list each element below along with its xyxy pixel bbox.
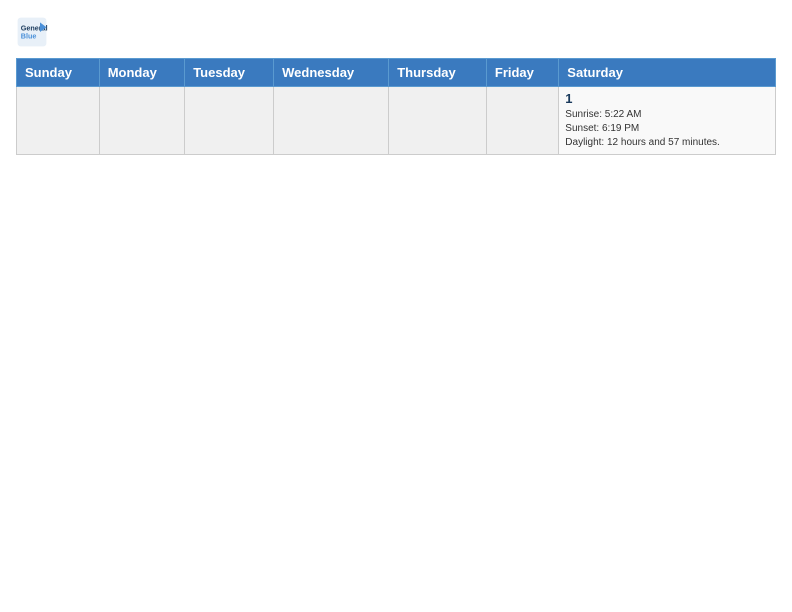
day-header-friday: Friday <box>486 59 558 87</box>
day-header-tuesday: Tuesday <box>185 59 274 87</box>
day-header-sunday: Sunday <box>17 59 100 87</box>
calendar-week: 1Sunrise: 5:22 AMSunset: 6:19 PMDaylight… <box>17 87 776 155</box>
calendar-cell: 1Sunrise: 5:22 AMSunset: 6:19 PMDaylight… <box>559 87 776 155</box>
header-row: SundayMondayTuesdayWednesdayThursdayFrid… <box>17 59 776 87</box>
logo: General Blue <box>16 16 48 48</box>
day-header-wednesday: Wednesday <box>274 59 389 87</box>
day-header-saturday: Saturday <box>559 59 776 87</box>
empty-cell <box>99 87 185 155</box>
empty-cell <box>274 87 389 155</box>
svg-text:Blue: Blue <box>21 31 37 40</box>
calendar-table: SundayMondayTuesdayWednesdayThursdayFrid… <box>16 58 776 155</box>
empty-cell <box>389 87 487 155</box>
empty-cell <box>185 87 274 155</box>
empty-cell <box>17 87 100 155</box>
day-header-monday: Monday <box>99 59 185 87</box>
empty-cell <box>486 87 558 155</box>
day-header-thursday: Thursday <box>389 59 487 87</box>
logo-icon: General Blue <box>16 16 48 48</box>
page-header: General Blue <box>16 16 776 48</box>
